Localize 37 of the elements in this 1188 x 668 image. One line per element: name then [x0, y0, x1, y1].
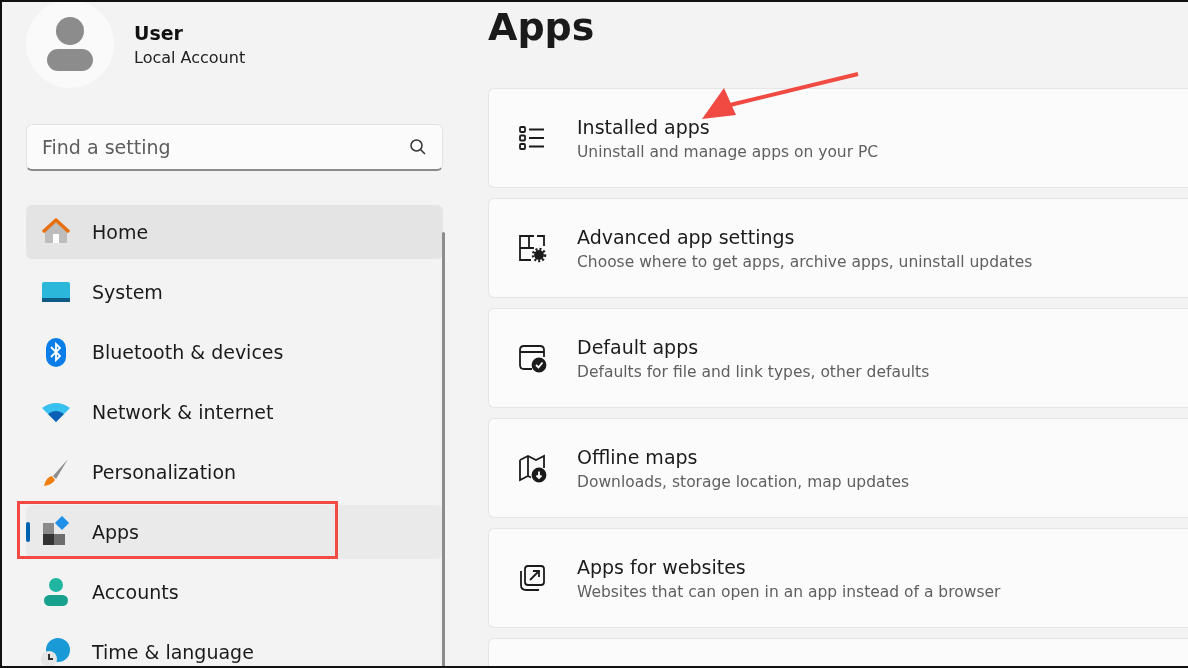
settings-card[interactable]: Offline maps Downloads, storage location, map updates: [488, 418, 1188, 518]
card-subtitle: Downloads, storage location, map updates: [577, 472, 910, 491]
settings-card[interactable]: Advanced app settings Choose where to get apps, archive apps, uninstall updates: [488, 198, 1188, 298]
settings-card[interactable]: Apps for websites Websites that can open in an app instead of a browser: [488, 528, 1188, 628]
card-subtitle: Choose where to get apps, archive apps, uninstall updates: [577, 252, 1033, 271]
window-check-icon: [517, 343, 547, 373]
nav-item[interactable]: System: [26, 265, 443, 319]
globe-clock-icon: [40, 636, 72, 666]
settings-card[interactable]: Installed apps Uninstall and manage apps on your PC: [488, 88, 1188, 188]
card-title: Advanced app settings: [577, 225, 796, 248]
person-silhouette-icon: [47, 17, 93, 71]
account-name: User: [134, 21, 184, 44]
apps-icon: [40, 516, 72, 548]
grid-gear-icon: [517, 233, 547, 263]
selection-indicator: [26, 522, 30, 542]
open-in-window-icon: [517, 563, 547, 593]
card-subtitle: Websites that can open in an app instead of a browser: [577, 582, 1001, 601]
nav-item[interactable]: Time & language: [26, 625, 443, 666]
list-icon: [517, 123, 547, 153]
nav-item[interactable]: Bluetooth & devices: [26, 325, 443, 379]
nav-item[interactable]: Home: [26, 205, 443, 259]
card-title: Installed apps: [577, 115, 711, 138]
card-title: Offline maps: [577, 445, 699, 468]
settings-card[interactable]: Default apps Defaults for file and link types, other defaults: [488, 308, 1188, 408]
scrollbar[interactable]: [442, 232, 445, 666]
card-subtitle: Uninstall and manage apps on your PC: [577, 142, 879, 161]
card-title: Apps for websites: [577, 555, 747, 578]
card-subtitle: Defaults for file and link types, other defaults: [577, 362, 930, 381]
search-icon: [409, 138, 427, 156]
nav-item[interactable]: Network & internet: [26, 385, 443, 439]
nav-item[interactable]: Accounts: [26, 565, 443, 619]
card-title: Default apps: [577, 335, 700, 358]
account-type: Local Account: [134, 47, 246, 67]
nav-item[interactable]: Personalization: [26, 445, 443, 499]
map-download-icon: [517, 453, 547, 483]
page-title: Apps: [488, 4, 596, 51]
search-field[interactable]: Find a setting: [26, 124, 443, 171]
